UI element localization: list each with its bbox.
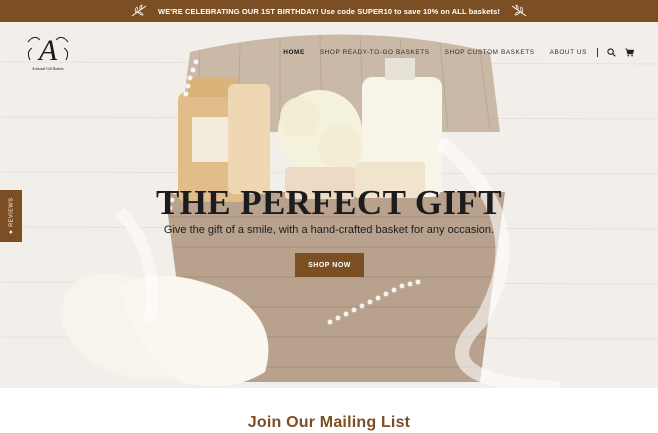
nav-item-shop-ready-to-go[interactable]: SHOP READY-TO-GO BASKETS	[320, 49, 430, 56]
search-icon[interactable]	[607, 48, 616, 57]
cart-icon[interactable]	[625, 48, 634, 57]
nav-item-home[interactable]: HOME	[283, 49, 305, 56]
site-logo[interactable]: A Artisanal Gift Baskets	[24, 30, 72, 74]
mailing-list-heading: Join Our Mailing List	[247, 414, 411, 431]
sprig-right-icon	[511, 4, 527, 17]
nav-item-shop-custom[interactable]: SHOP CUSTOM BASKETS	[445, 49, 535, 56]
nav-item-about-us[interactable]: ABOUT US	[550, 49, 587, 56]
announcement-text: WE'RE CELEBRATING OUR 1ST BIRTHDAY! Use …	[158, 6, 500, 16]
shop-now-button[interactable]: SHOP NOW	[295, 253, 364, 277]
logo-letter: A	[37, 34, 58, 67]
main-nav: HOME SHOP READY-TO-GO BASKETS SHOP CUSTO…	[268, 48, 634, 57]
hero-title: THE PERFECT GIFT	[155, 183, 503, 222]
nav-divider	[597, 48, 598, 57]
hero-subtitle: Give the gift of a smile, with a hand-cr…	[163, 224, 495, 236]
logo-name: Artisanal Gift Baskets	[32, 67, 65, 71]
sprig-left-icon	[131, 4, 147, 17]
reviews-tab[interactable]: ★ REVIEWS	[0, 190, 22, 242]
announcement-bar: WE'RE CELEBRATING OUR 1ST BIRTHDAY! Use …	[0, 0, 658, 22]
reviews-tab-label: ★ REVIEWS	[8, 197, 14, 235]
